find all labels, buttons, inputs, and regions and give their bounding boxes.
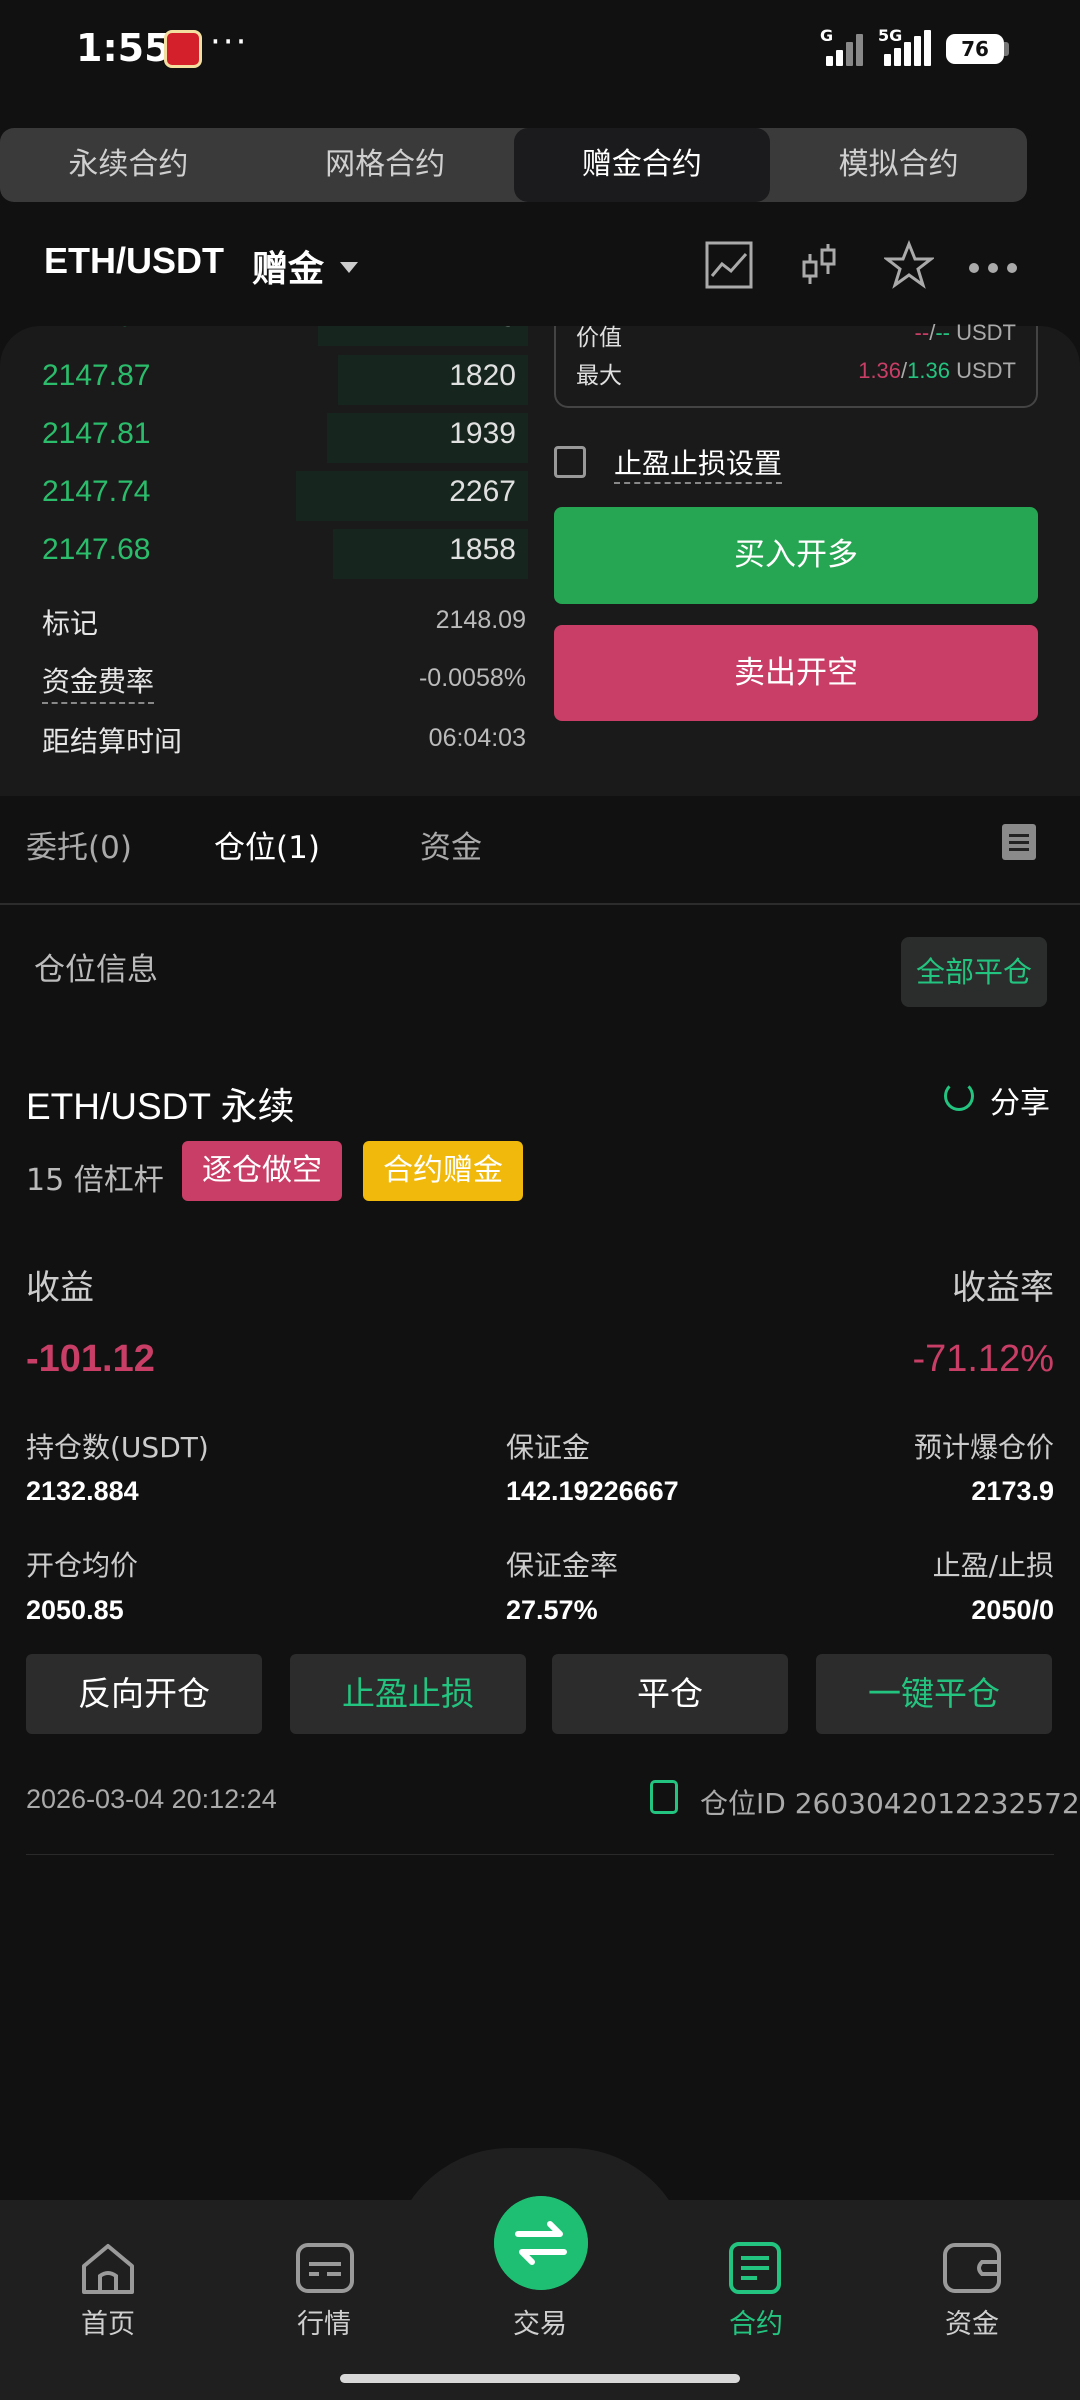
position-info-title: 仓位信息 (34, 952, 158, 988)
pnl-value: -101.12 (26, 1338, 155, 1380)
entry-price-label: 开仓均价 (26, 1549, 139, 1582)
pair-title[interactable]: ETH/USDT (44, 240, 224, 282)
tab-demo[interactable]: 模拟合约 (770, 128, 1027, 202)
pnl-label: 收益 (26, 1268, 94, 1308)
nav-contract[interactable]: 合约 (696, 2302, 816, 2341)
app-notification-icon (164, 30, 202, 68)
buy-long-button[interactable]: 买入开多 (554, 507, 1038, 604)
orderbook-qty: 2267 (449, 475, 516, 508)
settlement-time-value: 06:04:03 (428, 724, 526, 752)
tp-sl-checkbox[interactable] (554, 446, 586, 478)
settlement-time-label: 距结算时间 (42, 725, 183, 758)
tp-sl-setting-label[interactable]: 止盈止损设置 (614, 442, 783, 484)
orderbook-price: 2147.81 (42, 417, 151, 450)
signal-1-icon: G (820, 26, 870, 66)
max-value: 1.36/1.36 USDT (858, 358, 1016, 383)
nav-market[interactable]: 行情 (264, 2302, 384, 2341)
home-icon[interactable] (78, 2240, 138, 2296)
orderbook-qty: 1858 (449, 533, 516, 566)
margin-label: 保证金 (506, 1431, 591, 1464)
copy-icon[interactable] (650, 1780, 678, 1814)
close-all-button[interactable]: 全部平仓 (901, 937, 1047, 1007)
orderbook-price: 2147.74 (42, 475, 151, 508)
candlestick-icon[interactable] (794, 240, 844, 290)
more-icon[interactable] (966, 240, 1020, 290)
pnl-rate-label: 收益率 (952, 1268, 1054, 1308)
position-id[interactable]: 仓位ID 2603042012232572 (700, 1782, 1080, 1822)
position-size-value: 2132.884 (26, 1476, 139, 1506)
orderbook-price: 2147.87 (42, 359, 151, 392)
swap-icon[interactable] (494, 2196, 588, 2290)
signal-2-icon: 5G (878, 26, 938, 66)
orderbook-qty: 1820 (449, 359, 516, 392)
home-indicator[interactable] (340, 2374, 740, 2383)
position-pair: ETH/USDT 永续 (26, 1086, 295, 1127)
tab-assets[interactable]: 资金 (420, 822, 482, 867)
divider (26, 1854, 1054, 1855)
orderbook-row[interactable]: 2147.81 1939 (0, 409, 528, 467)
wallet-icon[interactable] (942, 2242, 1002, 2294)
value-label: 价值 (576, 325, 622, 351)
mark-price-label: 标记 (42, 607, 99, 640)
one-click-close-button[interactable]: 一键平仓 (816, 1654, 1052, 1734)
chevron-down-icon[interactable] (340, 262, 358, 273)
network-label-5g: 5G (878, 26, 903, 45)
reverse-position-button[interactable]: 反向开仓 (26, 1654, 262, 1734)
orderbook-row[interactable]: 2147.87 1820 (0, 351, 528, 409)
star-icon[interactable] (884, 240, 934, 290)
nav-trade[interactable]: 交易 (480, 2302, 600, 2341)
bonus-tag: 合约赠金 (363, 1141, 523, 1201)
tab-grid[interactable]: 网格合约 (257, 128, 514, 202)
leverage-label: 15 倍杠杆 (26, 1163, 164, 1198)
tab-bonus[interactable]: 赠金合约 (513, 128, 771, 202)
pnl-rate-value: -71.12% (912, 1338, 1054, 1380)
contract-icon[interactable] (727, 2240, 783, 2296)
max-label: 最大 (576, 363, 622, 389)
share-icon[interactable] (944, 1081, 974, 1111)
nav-home[interactable]: 首页 (48, 2302, 168, 2341)
battery-indicator: 76 (946, 34, 1004, 64)
direction-tag: 逐仓做空 (182, 1141, 342, 1201)
orderbook-row[interactable]: 2147.68 1858 (0, 525, 528, 583)
sell-short-button[interactable]: 卖出开空 (554, 625, 1038, 721)
tab-positions[interactable]: 仓位(1) (214, 822, 320, 867)
network-label: G (820, 26, 834, 45)
margin-ratio-value: 27.57% (506, 1595, 598, 1625)
value-value: --/-- USDT (914, 320, 1016, 345)
liq-price-value: 2173.9 (971, 1476, 1054, 1506)
orderbook-row-partial[interactable]: 2147.94 2173 (0, 326, 528, 350)
orderbook-qty: 1939 (449, 417, 516, 450)
status-more-icon: ··· (210, 22, 249, 62)
position-size-label: 持仓数(USDT) (26, 1431, 209, 1464)
tp-sl-label: 止盈/止损 (932, 1549, 1054, 1582)
tp-sl-value: 2050/0 (971, 1595, 1054, 1625)
nav-wallet[interactable]: 资金 (912, 2302, 1032, 2341)
divider (0, 903, 1080, 905)
chart-line-icon[interactable] (704, 240, 754, 290)
battery-tip (1004, 42, 1009, 56)
status-time: 1:55 (76, 26, 171, 70)
order-value-box: 价值 --/-- USDT 最大 1.36/1.36 USDT (554, 320, 1038, 408)
margin-value: 142.19226667 (506, 1476, 679, 1506)
funding-rate-label[interactable]: 资金费率 (42, 660, 155, 704)
entry-price-value: 2050.85 (26, 1595, 124, 1625)
liq-price-label: 预计爆仓价 (913, 1431, 1054, 1464)
funding-rate-value: -0.0058% (418, 664, 526, 692)
orderbook-qty: 2173 (449, 326, 516, 334)
margin-ratio-label: 保证金率 (506, 1549, 619, 1582)
tab-orders[interactable]: 委托(0) (26, 822, 132, 867)
mark-price-value: 2148.09 (435, 606, 526, 634)
close-position-button[interactable]: 平仓 (552, 1654, 788, 1734)
orderbook-row[interactable]: 2147.74 2267 (0, 467, 528, 525)
tp-sl-button[interactable]: 止盈止损 (290, 1654, 526, 1734)
orderbook-price: 2147.68 (42, 533, 151, 566)
market-icon[interactable] (295, 2242, 355, 2294)
tab-perpetual[interactable]: 永续合约 (0, 128, 257, 202)
contract-type-tabs: 永续合约 网格合约 赠金合约 模拟合约 (0, 128, 1027, 202)
position-timestamp: 2026-03-04 20:12:24 (26, 1784, 277, 1814)
pair-badge[interactable]: 赠金 (252, 240, 324, 292)
orderbook-price: 2147.94 (42, 326, 150, 334)
list-icon[interactable] (1002, 824, 1036, 860)
share-button[interactable]: 分享 (990, 1078, 1050, 1122)
